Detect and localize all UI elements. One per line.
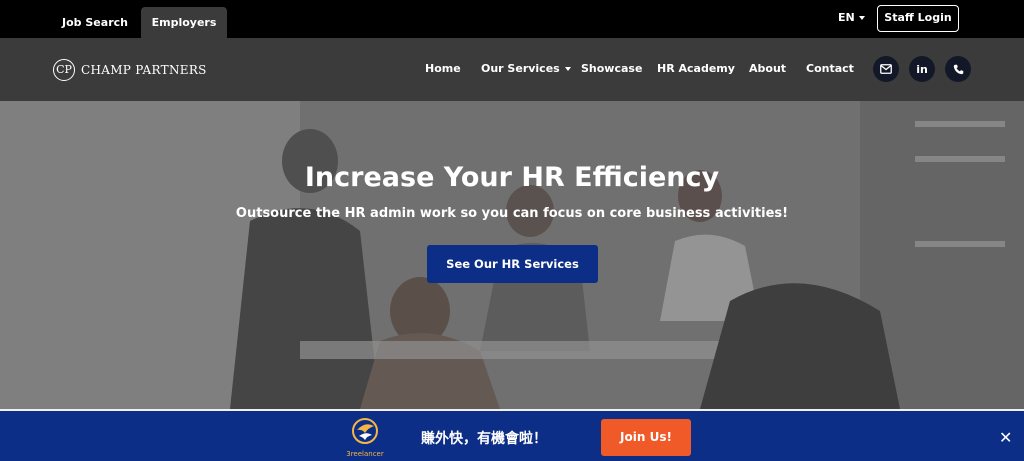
hero-subtitle: Outsource the HR admin work so you can f…: [235, 206, 789, 221]
main-navbar: CP CHAMP PARTNERS Home Our Services Show…: [0, 38, 1024, 101]
logo-mark: CP: [53, 59, 75, 81]
freelancer-logo-icon: [352, 418, 378, 444]
tab-employers[interactable]: Employers: [141, 7, 227, 38]
logo-text: CHAMP PARTNERS: [81, 63, 207, 77]
phone-button[interactable]: [945, 56, 971, 82]
staff-login-button[interactable]: Staff Login: [877, 5, 959, 32]
close-icon[interactable]: ✕: [999, 428, 1012, 447]
top-bar: Job Search Employers EN Staff Login: [0, 0, 1024, 38]
join-us-button[interactable]: Join Us!: [601, 419, 691, 456]
chevron-down-icon: [858, 15, 865, 20]
linkedin-icon: in: [916, 62, 928, 76]
hero-title: Increase Your HR Efficiency: [304, 162, 720, 193]
nav-our-services-label: Our Services: [481, 62, 560, 75]
linkedin-button[interactable]: in: [909, 56, 935, 82]
banner-message: 賺外快，有機會啦！: [421, 431, 547, 447]
hero-section: Increase Your HR Efficiency Outsource th…: [0, 101, 1024, 409]
language-selector[interactable]: EN: [838, 11, 865, 24]
nav-about[interactable]: About: [749, 62, 786, 75]
nav-contact[interactable]: Contact: [806, 62, 854, 75]
promo-banner: 3reelancer 賺外快，有機會啦！ Join Us! ✕: [0, 409, 1024, 461]
mail-button[interactable]: [873, 56, 899, 82]
phone-icon: [953, 64, 963, 74]
mail-icon: [880, 64, 892, 74]
freelancer-logo-text: 3reelancer: [346, 450, 384, 458]
freelancer-logo[interactable]: 3reelancer: [343, 417, 387, 458]
site-logo[interactable]: CP CHAMP PARTNERS: [53, 59, 207, 81]
nav-home[interactable]: Home: [425, 62, 461, 75]
chevron-down-icon: [564, 66, 571, 71]
see-hr-services-button[interactable]: See Our HR Services: [427, 245, 598, 283]
tab-job-search[interactable]: Job Search: [52, 7, 138, 38]
nav-showcase[interactable]: Showcase: [581, 62, 642, 75]
nav-our-services[interactable]: Our Services: [481, 62, 571, 75]
nav-hr-academy[interactable]: HR Academy: [657, 62, 735, 75]
language-label: EN: [838, 11, 855, 24]
